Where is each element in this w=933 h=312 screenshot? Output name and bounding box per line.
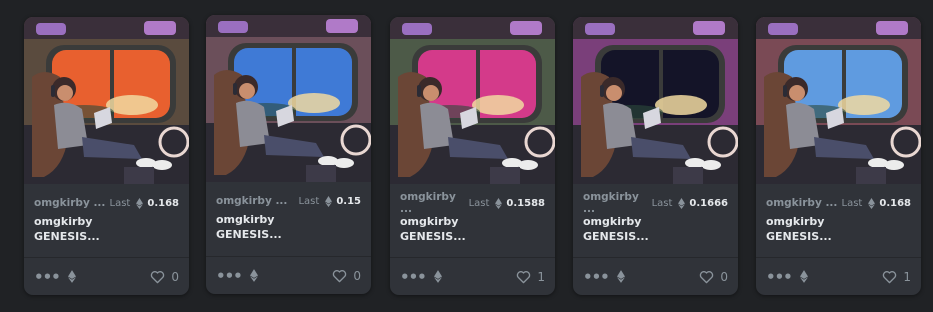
last-sale-price: 0.1666 (689, 197, 728, 209)
collection-name[interactable]: omgkirby ... (400, 191, 469, 215)
collection-name[interactable]: omgkirby ... (216, 195, 287, 207)
last-sale-price: 0.15 (336, 195, 361, 207)
favorite-count: 0 (720, 269, 728, 284)
card-footer: ••• 0 (573, 257, 738, 295)
more-options-icon[interactable]: ••• (216, 267, 243, 285)
nft-title-subtitle[interactable]: GENESIS... (34, 229, 179, 244)
nft-title-subtitle[interactable]: GENESIS... (583, 229, 728, 244)
nft-artwork-image[interactable] (573, 17, 738, 184)
ethereum-icon (799, 270, 808, 283)
nft-title[interactable]: omgkirby (400, 214, 545, 229)
nft-card-5[interactable]: omgkirby ... Last 0.168 omgkirby GENESIS… (756, 17, 921, 295)
card-info: omgkirby ... Last 0.168 omgkirby GENESIS… (766, 195, 911, 244)
favorite-count: 0 (171, 269, 179, 284)
nft-title[interactable]: omgkirby (216, 212, 361, 227)
last-sale-label: Last (109, 197, 131, 209)
favorite-button[interactable]: 0 (699, 270, 728, 284)
card-footer: ••• 0 (206, 256, 371, 294)
card-footer: ••• 1 (390, 257, 555, 295)
last-sale: Last 0.15 (298, 195, 361, 207)
last-sale: Last 0.168 (841, 197, 911, 209)
ethereum-icon (678, 197, 686, 209)
nft-card-4[interactable]: omgkirby ... Last 0.1666 omgkirby GENESI… (573, 17, 738, 295)
nft-title[interactable]: omgkirby (583, 214, 728, 229)
ethereum-icon (433, 270, 442, 283)
last-sale: Last 0.168 (109, 197, 179, 209)
favorite-count: 0 (353, 268, 361, 283)
card-info: omgkirby ... Last 0.168 omgkirby GENESIS… (34, 195, 179, 244)
heart-icon (883, 270, 897, 283)
nft-title[interactable]: omgkirby (766, 214, 911, 229)
heart-icon (517, 270, 531, 283)
ethereum-icon (616, 270, 625, 283)
ethereum-icon (249, 269, 258, 282)
last-sale-label: Last (468, 197, 490, 209)
last-sale-label: Last (651, 197, 673, 209)
nft-title[interactable]: omgkirby (34, 214, 179, 229)
card-info: omgkirby ... Last 0.15 omgkirby GENESIS.… (216, 193, 361, 242)
card-info: omgkirby ... Last 0.1666 omgkirby GENESI… (583, 191, 728, 244)
last-sale-price: 0.1588 (506, 197, 545, 209)
ethereum-icon (136, 197, 144, 209)
more-options-icon[interactable]: ••• (583, 268, 610, 286)
favorite-count: 1 (537, 269, 545, 284)
favorite-count: 1 (903, 269, 911, 284)
last-sale-label: Last (841, 197, 863, 209)
last-sale-price: 0.168 (879, 197, 911, 209)
more-options-icon[interactable]: ••• (400, 268, 427, 286)
ethereum-icon (868, 197, 876, 209)
nft-title-subtitle[interactable]: GENESIS... (216, 227, 361, 242)
last-sale: Last 0.1666 (651, 197, 728, 209)
nft-card-2[interactable]: omgkirby ... Last 0.15 omgkirby GENESIS.… (206, 15, 371, 294)
more-options-icon[interactable]: ••• (34, 268, 61, 286)
favorite-button[interactable]: 1 (882, 270, 911, 284)
ethereum-icon (67, 270, 76, 283)
favorite-button[interactable]: 0 (150, 270, 179, 284)
card-info: omgkirby ... Last 0.1588 omgkirby GENESI… (400, 191, 545, 244)
heart-icon (151, 270, 165, 283)
card-footer: ••• 0 (24, 257, 189, 295)
collection-name[interactable]: omgkirby ... (766, 197, 837, 209)
collection-name[interactable]: omgkirby ... (583, 191, 652, 215)
more-options-icon[interactable]: ••• (766, 268, 793, 286)
favorite-button[interactable]: 0 (332, 269, 361, 283)
nft-card-3[interactable]: omgkirby ... Last 0.1588 omgkirby GENESI… (390, 17, 555, 295)
heart-icon (333, 269, 347, 282)
last-sale-price: 0.168 (147, 197, 179, 209)
favorite-button[interactable]: 1 (516, 270, 545, 284)
ethereum-icon (325, 195, 333, 207)
collection-name[interactable]: omgkirby ... (34, 197, 105, 209)
last-sale: Last 0.1588 (468, 197, 545, 209)
nft-title-subtitle[interactable]: GENESIS... (400, 229, 545, 244)
last-sale-label: Last (298, 195, 320, 207)
heart-icon (700, 270, 714, 283)
ethereum-icon (495, 197, 503, 209)
nft-artwork-image[interactable] (756, 17, 921, 184)
nft-artwork-image[interactable] (24, 17, 189, 184)
nft-title-subtitle[interactable]: GENESIS... (766, 229, 911, 244)
card-footer: ••• 1 (756, 257, 921, 295)
nft-card-1[interactable]: omgkirby ... Last 0.168 omgkirby GENESIS… (24, 17, 189, 295)
nft-artwork-image[interactable] (390, 17, 555, 184)
nft-artwork-image[interactable] (206, 15, 371, 182)
